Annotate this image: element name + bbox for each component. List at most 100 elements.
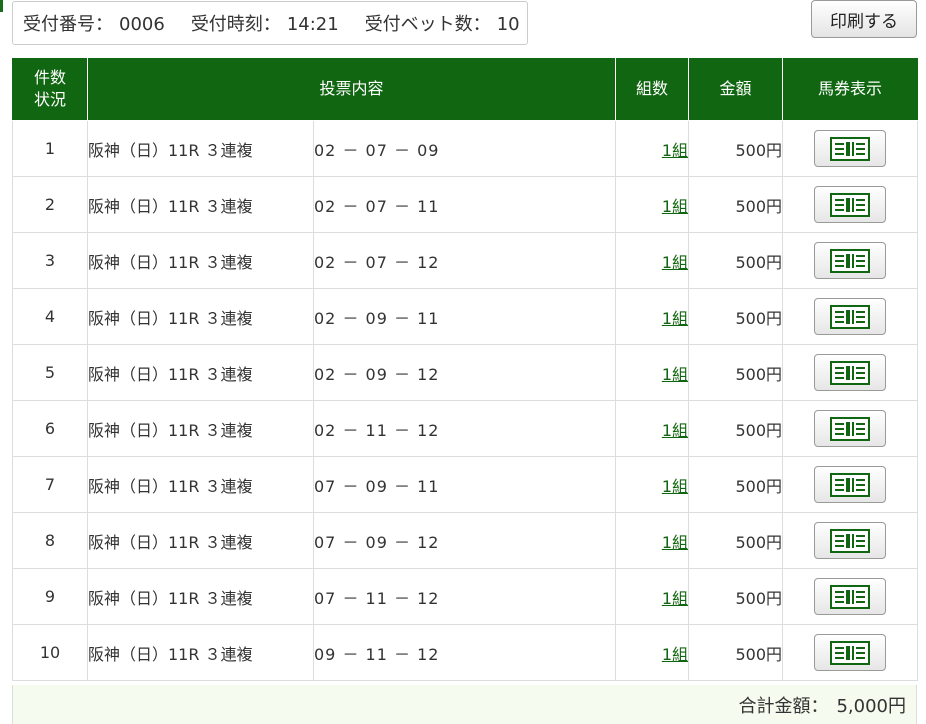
print-button[interactable]: 印刷する	[811, 0, 917, 38]
kumi-count: 1組	[615, 624, 690, 681]
ticket-icon	[830, 304, 871, 329]
bet-number: 5	[12, 344, 88, 401]
show-ticket-button[interactable]	[814, 130, 887, 167]
kumi-count: 1組	[615, 176, 690, 233]
bet-number: 4	[12, 288, 88, 345]
bet-number: 3	[12, 232, 88, 289]
edge-marker	[0, 0, 3, 12]
kumi-link[interactable]: 1組	[662, 365, 688, 384]
kumi-link[interactable]: 1組	[662, 141, 688, 160]
race-info: 阪神（日）11R ３連複	[87, 456, 314, 513]
bet-amount: 500円	[688, 120, 784, 177]
table-row: 10 阪神（日）11R ３連複 09 － 11 － 12 1組 500円	[12, 624, 919, 681]
race-info: 阪神（日）11R ３連複	[87, 512, 314, 569]
bet-number: 9	[12, 568, 88, 625]
ticket-icon	[830, 584, 871, 609]
bet-amount: 500円	[688, 568, 784, 625]
ticket-cell	[782, 120, 919, 177]
ticket-icon	[830, 248, 871, 273]
ticket-cell	[782, 288, 919, 345]
column-header-kumi: 組数	[615, 58, 690, 121]
bet-number: 8	[12, 512, 88, 569]
column-header-amount: 金額	[688, 58, 784, 121]
table-row: 4 阪神（日）11R ３連複 02 － 09 － 11 1組 500円	[12, 288, 919, 345]
race-info: 阪神（日）11R ３連複	[87, 400, 314, 457]
race-info: 阪神（日）11R ３連複	[87, 120, 314, 177]
kumi-link[interactable]: 1組	[662, 477, 688, 496]
table-row: 8 阪神（日）11R ３連複 07 － 09 － 12 1組 500円	[12, 512, 919, 569]
bet-number: 7	[12, 456, 88, 513]
bet-amount: 500円	[688, 232, 784, 289]
kumi-count: 1組	[615, 288, 690, 345]
bet-combination: 02 － 09 － 11	[312, 288, 617, 345]
bet-combination: 07 － 11 － 12	[312, 568, 617, 625]
kumi-count: 1組	[615, 568, 690, 625]
kumi-count: 1組	[615, 120, 690, 177]
show-ticket-button[interactable]	[814, 186, 887, 223]
column-header-ticket: 馬券表示	[782, 58, 919, 121]
ticket-icon	[830, 416, 871, 441]
kumi-link[interactable]: 1組	[662, 309, 688, 328]
bet-combination: 02 － 07 － 09	[312, 120, 617, 177]
ticket-cell	[782, 176, 919, 233]
bet-combination: 09 － 11 － 12	[312, 624, 617, 681]
ticket-cell	[782, 400, 919, 457]
bet-amount: 500円	[688, 176, 784, 233]
bet-number: 6	[12, 400, 88, 457]
bet-combination: 07 － 09 － 12	[312, 512, 617, 569]
ticket-icon	[830, 136, 871, 161]
race-info: 阪神（日）11R ３連複	[87, 176, 314, 233]
ticket-icon	[830, 192, 871, 217]
bets-table-body: 1 阪神（日）11R ３連複 02 － 07 － 09 1組 500円 2 阪神…	[12, 120, 919, 681]
kumi-count: 1組	[615, 456, 690, 513]
show-ticket-button[interactable]	[814, 242, 887, 279]
show-ticket-button[interactable]	[814, 634, 887, 671]
receipt-number: 受付番号： 0006	[23, 14, 165, 35]
ticket-icon	[830, 472, 871, 497]
race-info: 阪神（日）11R ３連複	[87, 288, 314, 345]
ticket-cell	[782, 344, 919, 401]
race-info: 阪神（日）11R ３連複	[87, 232, 314, 289]
column-header-content: 投票内容	[86, 58, 617, 121]
bet-amount: 500円	[688, 512, 784, 569]
bet-combination: 02 － 11 － 12	[312, 400, 617, 457]
bet-combination: 02 － 09 － 12	[312, 344, 617, 401]
bet-amount: 500円	[688, 456, 784, 513]
table-row: 3 阪神（日）11R ３連複 02 － 07 － 12 1組 500円	[12, 232, 919, 289]
bet-amount: 500円	[688, 344, 784, 401]
ticket-icon	[830, 640, 871, 665]
column-header-number: 件数 状況	[12, 58, 88, 121]
bet-combination: 02 － 07 － 12	[312, 232, 617, 289]
kumi-link[interactable]: 1組	[662, 197, 688, 216]
kumi-link[interactable]: 1組	[662, 645, 688, 664]
kumi-count: 1組	[615, 400, 690, 457]
table-header-row: 件数 状況 投票内容 組数 金額 馬券表示	[12, 58, 919, 121]
total-amount-label: 合計金額：	[738, 695, 829, 717]
ticket-icon	[830, 360, 871, 385]
show-ticket-button[interactable]	[814, 466, 887, 503]
table-row: 5 阪神（日）11R ３連複 02 － 09 － 12 1組 500円	[12, 344, 919, 401]
ticket-cell	[782, 624, 919, 681]
show-ticket-button[interactable]	[814, 354, 887, 391]
bet-combination: 02 － 07 － 11	[312, 176, 617, 233]
receipt-info: 受付番号： 0006 受付時刻： 14:21 受付ベット数： 10	[12, 1, 528, 45]
bets-table: 件数 状況 投票内容 組数 金額 馬券表示 1 阪神（日）11R ３連複 02 …	[12, 58, 919, 681]
show-ticket-button[interactable]	[814, 298, 887, 335]
table-row: 6 阪神（日）11R ３連複 02 － 11 － 12 1組 500円	[12, 400, 919, 457]
show-ticket-button[interactable]	[814, 410, 887, 447]
kumi-count: 1組	[615, 344, 690, 401]
kumi-count: 1組	[615, 232, 690, 289]
kumi-link[interactable]: 1組	[662, 253, 688, 272]
bet-amount: 500円	[688, 288, 784, 345]
bet-count: 受付ベット数： 10	[364, 14, 520, 35]
kumi-link[interactable]: 1組	[662, 589, 688, 608]
bet-number: 1	[12, 120, 88, 177]
kumi-link[interactable]: 1組	[662, 421, 688, 440]
kumi-link[interactable]: 1組	[662, 533, 688, 552]
bet-amount: 500円	[688, 400, 784, 457]
show-ticket-button[interactable]	[814, 522, 887, 559]
bet-number: 2	[12, 176, 88, 233]
ticket-icon	[830, 528, 871, 553]
table-row: 9 阪神（日）11R ３連複 07 － 11 － 12 1組 500円	[12, 568, 919, 625]
show-ticket-button[interactable]	[814, 578, 887, 615]
